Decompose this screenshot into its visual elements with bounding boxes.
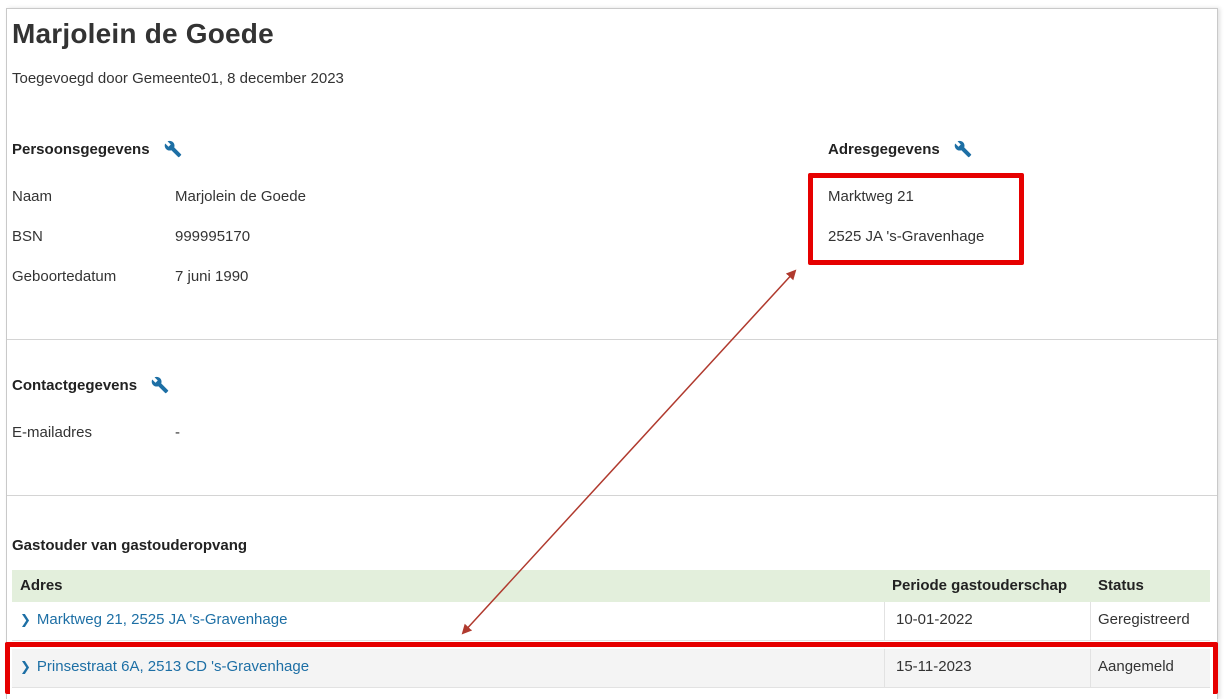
divider xyxy=(7,495,1217,496)
wrench-icon[interactable] xyxy=(954,140,972,158)
wrench-icon[interactable] xyxy=(164,140,182,158)
value-naam: Marjolein de Goede xyxy=(175,188,306,205)
page-title: Marjolein de Goede xyxy=(12,18,274,49)
column-header-adres: Adres xyxy=(20,577,63,594)
row-address-link[interactable]: ❯ Marktweg 21, 2525 JA 's-Gravenhage xyxy=(20,611,287,628)
value-bsn: 999995170 xyxy=(175,228,251,245)
chevron-right-icon: ❯ xyxy=(20,612,31,627)
column-divider xyxy=(1090,602,1091,640)
label-bsn: BSN xyxy=(12,228,43,245)
wrench-icon[interactable] xyxy=(151,376,169,394)
row-status: Geregistreerd xyxy=(1098,611,1190,628)
label-geboortedatum: Geboortedatum xyxy=(12,268,117,285)
column-header-status: Status xyxy=(1098,577,1144,594)
section-contactgegevens: Contactgegevens xyxy=(12,376,169,394)
row-highlight-box xyxy=(5,642,1218,694)
row-period: 10-01-2022 xyxy=(896,611,973,628)
section-title-adresgegevens: Adresgegevens xyxy=(828,140,940,158)
table-row[interactable]: ❯ Marktweg 21, 2525 JA 's-Gravenhage 10-0… xyxy=(12,602,1210,641)
section-adresgegevens: Adresgegevens xyxy=(828,140,972,158)
section-title-persoonsgegevens: Persoonsgegevens xyxy=(12,140,150,158)
column-header-periode: Periode gastouderschap xyxy=(892,577,1068,594)
table-header: Adres Periode gastouderschap Status xyxy=(12,570,1210,602)
value-emailadres: - xyxy=(175,424,180,441)
column-divider xyxy=(884,602,885,640)
label-emailadres: E-mailadres xyxy=(12,424,93,441)
section-title-gastouder: Gastouder van gastouderopvang xyxy=(12,537,248,554)
divider xyxy=(7,339,1217,340)
section-title-contactgegevens: Contactgegevens xyxy=(12,376,138,394)
row-address-text[interactable]: Marktweg 21, 2525 JA 's-Gravenhage xyxy=(37,611,288,628)
section-persoonsgegevens: Persoonsgegevens xyxy=(12,140,182,158)
value-geboortedatum: 7 juni 1990 xyxy=(175,268,249,285)
section-gastouder: Gastouder van gastouderopvang xyxy=(12,537,247,554)
added-by-text: Toegevoegd door Gemeente01, 8 december 2… xyxy=(12,70,344,87)
address-highlight-box xyxy=(808,173,1024,265)
label-naam: Naam xyxy=(12,188,53,205)
